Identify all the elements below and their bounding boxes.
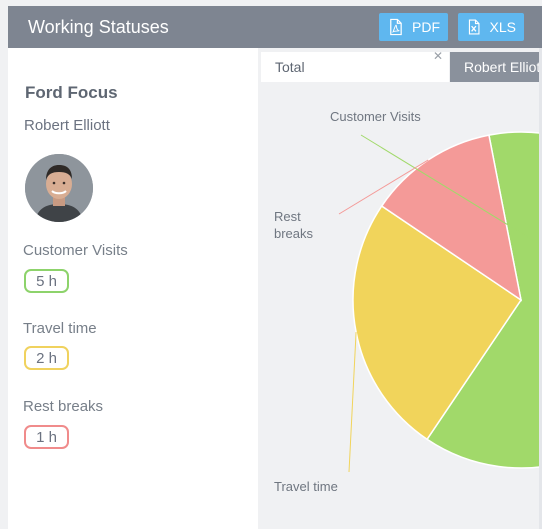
export-pdf-button[interactable]: PDF: [379, 13, 448, 41]
leader-line-travel-time: [348, 332, 357, 473]
page-title: Working Statuses: [28, 17, 169, 37]
stat-badge-rest-breaks: 1 h: [24, 425, 69, 449]
driver-name: Robert Elliott: [24, 117, 110, 134]
tab-robert-elliott[interactable]: Robert Elliott: [450, 52, 542, 82]
tab-total[interactable]: Total: [261, 52, 449, 82]
pie-chart: Customer Visits Rest breaks Travel time: [259, 82, 542, 529]
slice-label-travel-time: Travel time: [274, 479, 338, 494]
close-tab-icon[interactable]: ✕: [433, 49, 443, 63]
stat-label-customer-visits: Customer Visits: [23, 242, 128, 259]
avatar-photo: [25, 154, 93, 222]
pie-chart-svg: [338, 131, 542, 473]
slice-label-customer-visits: Customer Visits: [330, 109, 421, 124]
vehicle-name: Ford Focus: [25, 83, 118, 102]
pdf-label: PDF: [412, 19, 440, 35]
pdf-file-icon: [390, 18, 402, 36]
stat-badge-customer-visits: 5 h: [24, 269, 69, 293]
excel-file-icon: [468, 19, 480, 35]
stat-label-rest-breaks: Rest breaks: [23, 398, 104, 415]
header-bar: Working Statuses PDF XLS: [8, 6, 542, 48]
working-statuses-window: Working Statuses PDF XLS Ford Focus Robe…: [0, 0, 542, 529]
driver-summary-panel: Ford Focus Robert Elliott Customer Visit…: [8, 48, 258, 529]
stat-label-travel-time: Travel time: [23, 320, 97, 337]
xls-label: XLS: [489, 19, 516, 35]
stat-badge-travel-time: 2 h: [24, 346, 69, 370]
avatar: [25, 154, 93, 222]
export-xls-button[interactable]: XLS: [458, 13, 524, 41]
slice-label-rest-breaks: Rest breaks: [274, 209, 314, 241]
